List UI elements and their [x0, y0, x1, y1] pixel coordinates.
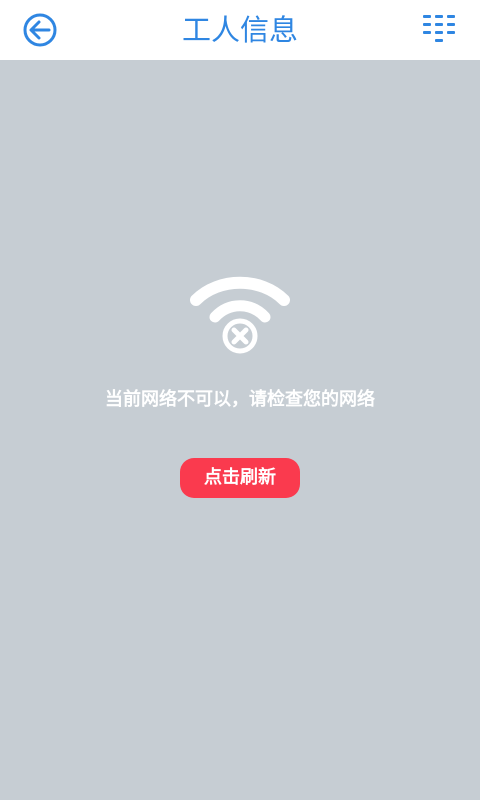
error-content: 当前网络不可以，请检查您的网络 点击刷新	[0, 60, 480, 800]
app-screen: 工人信息 当前网络不可以，请检查您的网络 点击刷新	[0, 0, 480, 800]
page-title: 工人信息	[181, 13, 298, 47]
back-arrow-circle-icon	[23, 13, 57, 47]
refresh-button[interactable]: 点击刷新	[180, 458, 300, 498]
menu-button[interactable]	[420, 10, 460, 50]
top-bar: 工人信息	[0, 0, 480, 60]
network-error-message: 当前网络不可以，请检查您的网络	[105, 389, 375, 410]
back-button[interactable]	[20, 10, 60, 50]
list-menu-icon	[423, 15, 455, 42]
wifi-error-icon	[190, 276, 290, 354]
